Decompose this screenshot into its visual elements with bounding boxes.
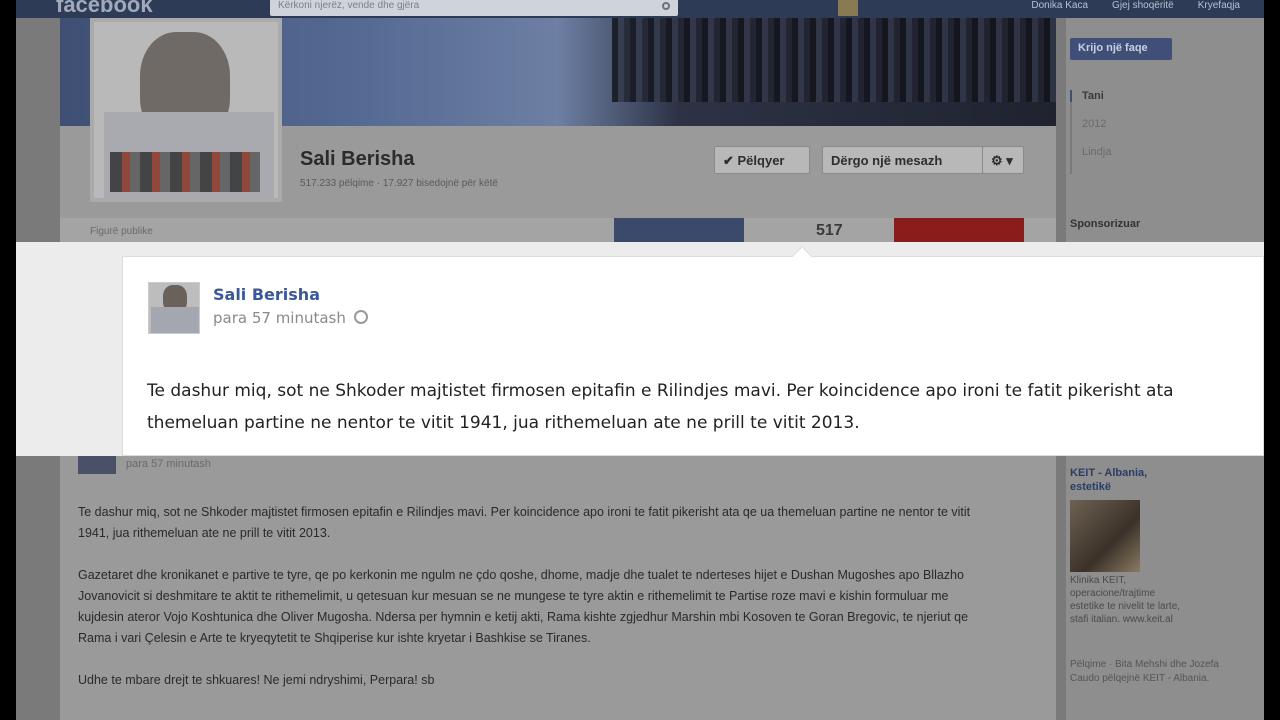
timeline-nav: Tani 2012 Lindja — [1070, 90, 1111, 174]
search-icon[interactable] — [662, 2, 670, 10]
nav-user-name[interactable]: Donika Kaca — [1031, 0, 1088, 11]
post-time[interactable]: para 57 minutash — [126, 458, 211, 470]
post-line: themeluan partine ne nentor te vitit 194… — [147, 413, 860, 433]
category-label: Figurë publike — [90, 226, 153, 237]
post-paragraph: Gazetaret dhe kronikanet e partive te ty… — [78, 568, 969, 645]
timeline-item-born[interactable]: Lindja — [1082, 146, 1111, 158]
send-message-button[interactable]: Dërgo një mesazh — [822, 146, 984, 174]
author-avatar[interactable] — [148, 282, 200, 334]
ad-title[interactable]: KEIT - Albania, estetikë — [1070, 466, 1190, 494]
post-line: Te dashur miq, sot ne Shkoder majtistet … — [147, 381, 1174, 401]
highlight-band: Sali Berisha para 57 minutash Te dashur … — [16, 242, 1264, 456]
search-input[interactable]: Kërkoni njerëz, vende dhe gjëra — [270, 0, 678, 16]
profile-microphones — [110, 152, 260, 192]
gear-menu-button[interactable]: ⚙ ▾ — [982, 146, 1024, 174]
facebook-logo[interactable]: facebook — [56, 0, 153, 18]
top-nav: Donika Kaca Gjej shoqëritë Kryefaqja — [1031, 0, 1240, 11]
timestamp-text[interactable]: para 57 minutash — [213, 309, 346, 327]
author-name[interactable]: Sali Berisha — [213, 285, 320, 304]
app-tile[interactable] — [894, 218, 1024, 244]
nav-find-friends[interactable]: Gjej shoqëritë — [1112, 0, 1174, 11]
post-paragraph: Te dashur miq, sot ne Shkoder majtistet … — [78, 505, 971, 540]
photos-thumbnail[interactable] — [614, 218, 744, 244]
top-bar: facebook Kërkoni njerëz, vende dhe gjëra… — [16, 0, 1264, 18]
screen: facebook Kërkoni njerëz, vende dhe gjëra… — [16, 0, 1264, 720]
nav-home[interactable]: Kryefaqja — [1198, 0, 1240, 11]
search-placeholder: Kërkoni njerëz, vende dhe gjëra — [278, 0, 420, 11]
sponsored-heading: Sponsorizuar — [1070, 218, 1141, 230]
post-timestamp: para 57 minutash — [213, 309, 368, 327]
page-title: Sali Berisha — [300, 148, 415, 170]
likes-count[interactable]: 517 — [816, 222, 843, 240]
post-body: Te dashur miq, sot ne Shkoder majtistet … — [78, 502, 978, 712]
create-page-button[interactable]: Krijo një faqe — [1070, 38, 1172, 60]
page-stats: 517.233 pëlqime · 17.927 bisedojnë për k… — [300, 178, 498, 189]
ad-image[interactable] — [1070, 500, 1140, 572]
highlighted-post: Sali Berisha para 57 minutash Te dashur … — [122, 246, 1264, 456]
avatar-shirt — [151, 307, 199, 333]
ad-footer: Pëlqime · Bita Mehshi dhe Jozefa Caudo p… — [1070, 659, 1219, 684]
like-button[interactable]: ✔ Pëlqyer — [714, 146, 810, 174]
cover-crowd-image — [612, 18, 1056, 102]
ad-text: Klinika KEIT, operacione/trajtime esteti… — [1070, 575, 1181, 625]
card-caret — [792, 246, 812, 266]
timeline-item-now[interactable]: Tani — [1070, 90, 1111, 102]
post-text: Te dashur miq, sot ne Shkoder majtistet … — [147, 375, 1257, 439]
globe-icon — [353, 310, 368, 324]
post-paragraph: Udhe te mbare drejt te shkuares! Ne jemi… — [78, 673, 435, 687]
timeline-item-2012[interactable]: 2012 — [1082, 118, 1111, 130]
info-row: Figurë publike 517 — [60, 218, 1056, 244]
profile-picture[interactable] — [90, 18, 282, 202]
avatar[interactable] — [838, 0, 858, 16]
